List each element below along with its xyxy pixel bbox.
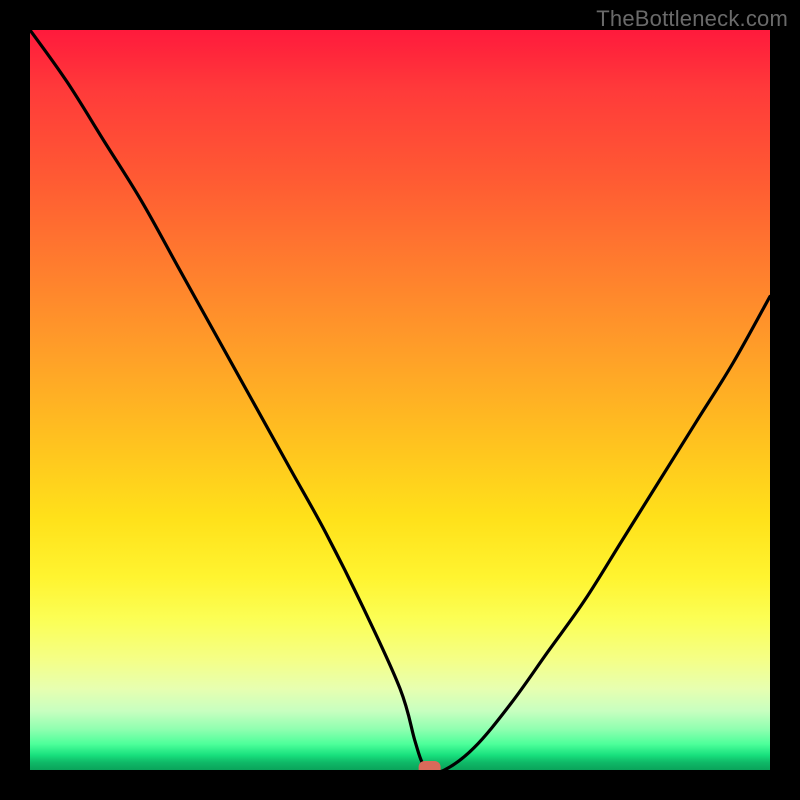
chart-frame: TheBottleneck.com (0, 0, 800, 800)
bottleneck-curve (30, 30, 770, 770)
min-marker (419, 761, 441, 770)
chart-svg (30, 30, 770, 770)
plot-area (30, 30, 770, 770)
watermark-text: TheBottleneck.com (596, 6, 788, 32)
